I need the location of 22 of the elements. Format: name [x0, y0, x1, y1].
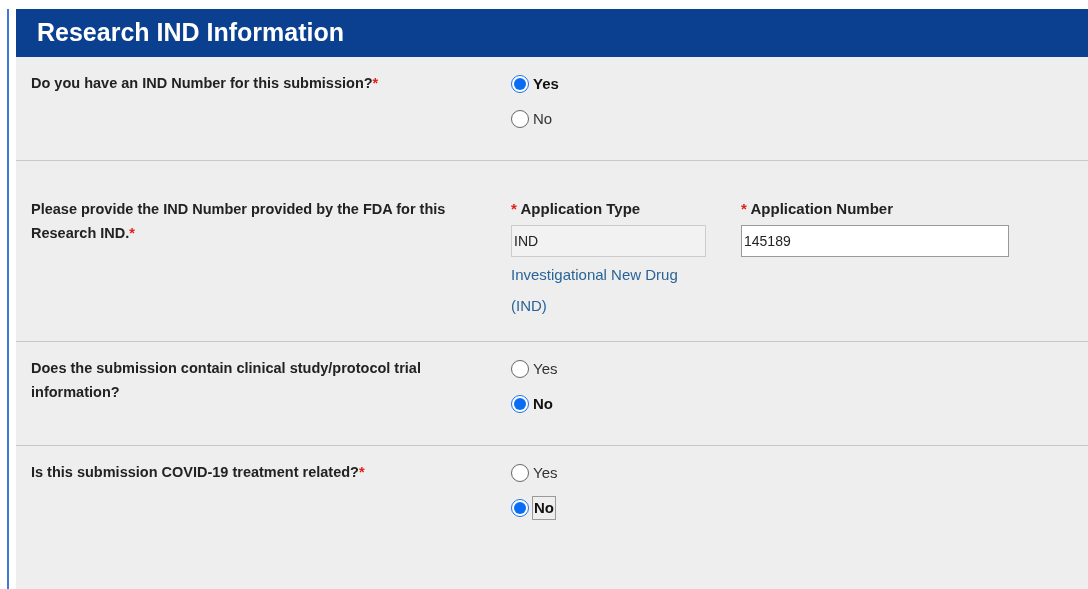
- field-label: * Application Type: [511, 199, 642, 219]
- radio-option[interactable]: Yes: [511, 71, 559, 97]
- radio-option[interactable]: No: [511, 391, 558, 417]
- radio-option[interactable]: Yes: [511, 460, 558, 486]
- section-title: Research IND Information: [37, 17, 344, 49]
- radio-option[interactable]: Yes: [511, 356, 558, 382]
- question-text: Does the submission contain clinical study/protocol trial information?: [31, 359, 422, 402]
- question-text: Is this submission COVID-19 treatment related?*: [31, 463, 366, 482]
- radio-option[interactable]: No: [511, 106, 559, 132]
- field-label: * Application Number: [741, 199, 894, 219]
- radio-button[interactable]: [511, 360, 529, 378]
- radio-button[interactable]: [511, 395, 529, 413]
- radio-option[interactable]: No: [511, 495, 558, 521]
- radio-button[interactable]: [511, 110, 529, 128]
- question-text: Do you have an IND Number for this submission?*: [31, 74, 380, 93]
- radio-button[interactable]: [511, 464, 529, 482]
- input-field[interactable]: 145189: [741, 225, 1009, 257]
- type-description-link[interactable]: Investigational New Drug (IND): [511, 259, 711, 321]
- radio-button[interactable]: [511, 75, 529, 93]
- radio-button[interactable]: [511, 499, 529, 517]
- input-field[interactable]: IND: [511, 225, 706, 257]
- question-text: Please provide the IND Number provided by the FDA for this Research IND.*: [31, 200, 447, 243]
